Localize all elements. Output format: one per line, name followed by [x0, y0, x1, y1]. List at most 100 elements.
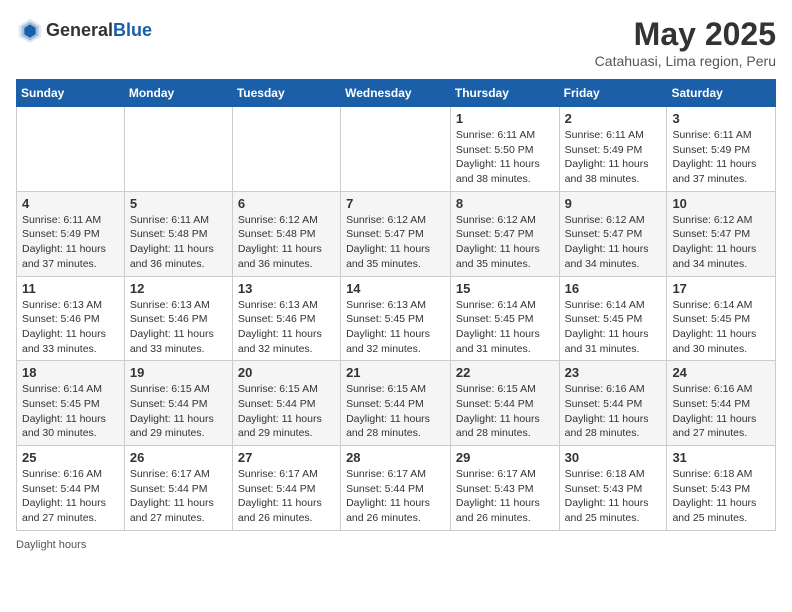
day-number: 3: [672, 111, 770, 126]
day-number: 5: [130, 196, 227, 211]
day-cell: 1 Sunrise: 6:11 AM Sunset: 5:50 PM Daylig…: [450, 107, 559, 192]
day-cell: 22 Sunrise: 6:15 AM Sunset: 5:44 PM Dayli…: [450, 361, 559, 446]
day-number: 19: [130, 365, 227, 380]
header-cell-friday: Friday: [559, 80, 667, 107]
day-cell: 11Sunrise: 6:13 AM Sunset: 5:46 PM Dayli…: [17, 276, 125, 361]
day-info: Sunrise: 6:13 AM Sunset: 5:46 PM Dayligh…: [238, 298, 335, 357]
logo-icon: [16, 16, 44, 44]
day-info: Sunrise: 6:17 AM Sunset: 5:44 PM Dayligh…: [238, 467, 335, 526]
day-number: 23: [565, 365, 662, 380]
day-cell: 12 Sunrise: 6:13 AM Sunset: 5:46 PM Dayli…: [124, 276, 232, 361]
day-info: Sunrise: 6:16 AM Sunset: 5:44 PM Dayligh…: [565, 382, 662, 441]
day-cell: 19 Sunrise: 6:15 AM Sunset: 5:44 PM Dayli…: [124, 361, 232, 446]
day-number: 30: [565, 450, 662, 465]
day-cell: 23 Sunrise: 6:16 AM Sunset: 5:44 PM Dayli…: [559, 361, 667, 446]
day-cell: 24Sunrise: 6:16 AM Sunset: 5:44 PM Dayli…: [667, 361, 776, 446]
day-number: 22: [456, 365, 554, 380]
day-number: 12: [130, 281, 227, 296]
day-info: Sunrise: 6:11 AM Sunset: 5:49 PM Dayligh…: [672, 128, 770, 187]
day-number: 18: [22, 365, 119, 380]
logo-blue: Blue: [113, 20, 152, 40]
day-info: Sunrise: 6:12 AM Sunset: 5:47 PM Dayligh…: [672, 213, 770, 272]
page-header: GeneralBlue May 2025 Catahuasi, Lima reg…: [16, 16, 776, 69]
day-cell: 9Sunrise: 6:12 AM Sunset: 5:47 PM Daylig…: [559, 191, 667, 276]
day-number: 8: [456, 196, 554, 211]
day-number: 14: [346, 281, 445, 296]
header-cell-tuesday: Tuesday: [232, 80, 340, 107]
day-cell: 16 Sunrise: 6:14 AM Sunset: 5:45 PM Dayli…: [559, 276, 667, 361]
day-cell: [341, 107, 451, 192]
day-cell: 17Sunrise: 6:14 AM Sunset: 5:45 PM Dayli…: [667, 276, 776, 361]
header-cell-sunday: Sunday: [17, 80, 125, 107]
day-cell: 13 Sunrise: 6:13 AM Sunset: 5:46 PM Dayli…: [232, 276, 340, 361]
month-title: May 2025: [595, 16, 776, 53]
day-number: 29: [456, 450, 554, 465]
day-info: Sunrise: 6:11 AM Sunset: 5:48 PM Dayligh…: [130, 213, 227, 272]
day-number: 17: [672, 281, 770, 296]
day-info: Sunrise: 6:12 AM Sunset: 5:47 PM Dayligh…: [456, 213, 554, 272]
day-number: 26: [130, 450, 227, 465]
day-info: Sunrise: 6:14 AM Sunset: 5:45 PM Dayligh…: [565, 298, 662, 357]
day-cell: 6Sunrise: 6:12 AM Sunset: 5:48 PM Daylig…: [232, 191, 340, 276]
logo-text: GeneralBlue: [46, 20, 152, 41]
day-number: 27: [238, 450, 335, 465]
day-info: Sunrise: 6:18 AM Sunset: 5:43 PM Dayligh…: [672, 467, 770, 526]
day-cell: [232, 107, 340, 192]
day-info: Sunrise: 6:17 AM Sunset: 5:44 PM Dayligh…: [346, 467, 445, 526]
day-number: 2: [565, 111, 662, 126]
day-info: Sunrise: 6:18 AM Sunset: 5:43 PM Dayligh…: [565, 467, 662, 526]
week-row-2: 4Sunrise: 6:11 AM Sunset: 5:49 PM Daylig…: [17, 191, 776, 276]
day-cell: 2 Sunrise: 6:11 AM Sunset: 5:49 PM Daylig…: [559, 107, 667, 192]
day-number: 21: [346, 365, 445, 380]
day-cell: 20 Sunrise: 6:15 AM Sunset: 5:44 PM Dayli…: [232, 361, 340, 446]
day-info: Sunrise: 6:13 AM Sunset: 5:46 PM Dayligh…: [22, 298, 119, 357]
day-info: Sunrise: 6:11 AM Sunset: 5:49 PM Dayligh…: [22, 213, 119, 272]
logo: GeneralBlue: [16, 16, 152, 44]
day-cell: 14 Sunrise: 6:13 AM Sunset: 5:45 PM Dayli…: [341, 276, 451, 361]
day-info: Sunrise: 6:15 AM Sunset: 5:44 PM Dayligh…: [456, 382, 554, 441]
header-cell-saturday: Saturday: [667, 80, 776, 107]
daylight-note: Daylight hours: [16, 539, 86, 551]
day-number: 25: [22, 450, 119, 465]
day-cell: 4Sunrise: 6:11 AM Sunset: 5:49 PM Daylig…: [17, 191, 125, 276]
day-cell: 3 Sunrise: 6:11 AM Sunset: 5:49 PM Daylig…: [667, 107, 776, 192]
day-info: Sunrise: 6:17 AM Sunset: 5:44 PM Dayligh…: [130, 467, 227, 526]
day-cell: 7Sunrise: 6:12 AM Sunset: 5:47 PM Daylig…: [341, 191, 451, 276]
day-info: Sunrise: 6:13 AM Sunset: 5:45 PM Dayligh…: [346, 298, 445, 357]
day-info: Sunrise: 6:13 AM Sunset: 5:46 PM Dayligh…: [130, 298, 227, 357]
day-number: 13: [238, 281, 335, 296]
day-cell: 15Sunrise: 6:14 AM Sunset: 5:45 PM Dayli…: [450, 276, 559, 361]
day-cell: 30 Sunrise: 6:18 AM Sunset: 5:43 PM Dayli…: [559, 446, 667, 531]
header-cell-monday: Monday: [124, 80, 232, 107]
day-cell: 10Sunrise: 6:12 AM Sunset: 5:47 PM Dayli…: [667, 191, 776, 276]
day-number: 20: [238, 365, 335, 380]
day-number: 1: [456, 111, 554, 126]
calendar-table: SundayMondayTuesdayWednesdayThursdayFrid…: [16, 79, 776, 531]
day-cell: [124, 107, 232, 192]
day-info: Sunrise: 6:11 AM Sunset: 5:50 PM Dayligh…: [456, 128, 554, 187]
day-info: Sunrise: 6:16 AM Sunset: 5:44 PM Dayligh…: [22, 467, 119, 526]
week-row-5: 25 Sunrise: 6:16 AM Sunset: 5:44 PM Dayli…: [17, 446, 776, 531]
day-info: Sunrise: 6:17 AM Sunset: 5:43 PM Dayligh…: [456, 467, 554, 526]
day-info: Sunrise: 6:11 AM Sunset: 5:49 PM Dayligh…: [565, 128, 662, 187]
day-info: Sunrise: 6:12 AM Sunset: 5:48 PM Dayligh…: [238, 213, 335, 272]
day-cell: 21Sunrise: 6:15 AM Sunset: 5:44 PM Dayli…: [341, 361, 451, 446]
day-number: 31: [672, 450, 770, 465]
day-cell: 28Sunrise: 6:17 AM Sunset: 5:44 PM Dayli…: [341, 446, 451, 531]
location-subtitle: Catahuasi, Lima region, Peru: [595, 53, 776, 69]
day-number: 7: [346, 196, 445, 211]
day-info: Sunrise: 6:14 AM Sunset: 5:45 PM Dayligh…: [22, 382, 119, 441]
day-info: Sunrise: 6:14 AM Sunset: 5:45 PM Dayligh…: [456, 298, 554, 357]
day-number: 9: [565, 196, 662, 211]
footer-note: Daylight hours: [16, 539, 776, 551]
header-cell-thursday: Thursday: [450, 80, 559, 107]
day-cell: 29 Sunrise: 6:17 AM Sunset: 5:43 PM Dayli…: [450, 446, 559, 531]
day-cell: 18 Sunrise: 6:14 AM Sunset: 5:45 PM Dayli…: [17, 361, 125, 446]
day-cell: 8 Sunrise: 6:12 AM Sunset: 5:47 PM Daylig…: [450, 191, 559, 276]
day-cell: 27 Sunrise: 6:17 AM Sunset: 5:44 PM Dayli…: [232, 446, 340, 531]
day-info: Sunrise: 6:15 AM Sunset: 5:44 PM Dayligh…: [130, 382, 227, 441]
day-info: Sunrise: 6:15 AM Sunset: 5:44 PM Dayligh…: [238, 382, 335, 441]
day-cell: 5 Sunrise: 6:11 AM Sunset: 5:48 PM Daylig…: [124, 191, 232, 276]
day-number: 16: [565, 281, 662, 296]
title-block: May 2025 Catahuasi, Lima region, Peru: [595, 16, 776, 69]
